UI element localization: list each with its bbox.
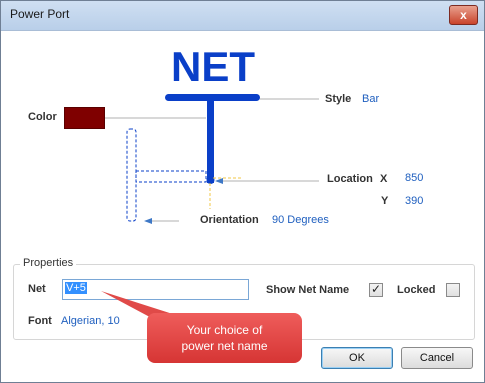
location-x-label: X — [380, 173, 388, 185]
power-port-dialog: Power Port x NET Style Bar Color Locatio… — [0, 0, 485, 383]
tooltip-callout: Your choice of power net name — [147, 313, 302, 363]
show-net-name-label: Show Net Name — [266, 284, 350, 296]
dialog-body: NET Style Bar Color Location X 850 Y 390… — [1, 31, 484, 382]
cancel-button[interactable]: Cancel — [401, 347, 473, 369]
show-net-name-checkbox[interactable]: ✓ — [369, 282, 383, 297]
ok-button[interactable]: OK — [321, 347, 393, 369]
locked-checkbox[interactable] — [446, 283, 460, 297]
location-dot — [206, 176, 215, 184]
rotated-ghost-stem — [135, 170, 207, 183]
net-name-input[interactable]: V+5 — [62, 279, 249, 300]
window-title: Power Port — [10, 7, 70, 21]
location-y-label: Y — [381, 195, 389, 207]
rotated-ghost-bar — [126, 128, 137, 222]
color-swatch[interactable] — [64, 107, 105, 129]
properties-title: Properties — [20, 257, 77, 269]
font-label: Font — [28, 315, 52, 327]
style-label: Style — [325, 93, 352, 105]
power-port-preview: NET Style Bar Color Location X 850 Y 390… — [1, 31, 484, 251]
callout-line-1: Your choice of — [186, 323, 263, 337]
checkmark-icon: ✓ — [371, 282, 382, 296]
net-graphic-text: NET — [171, 43, 255, 90]
close-button[interactable]: x — [449, 5, 478, 25]
location-x-value[interactable]: 850 — [405, 172, 423, 184]
net-label: Net — [28, 283, 46, 295]
close-icon: x — [460, 8, 467, 22]
callout-line-2: power net name — [181, 339, 268, 353]
color-label: Color — [28, 111, 57, 123]
location-y-value[interactable]: 390 — [405, 195, 423, 207]
style-value[interactable]: Bar — [362, 93, 379, 105]
port-stem — [207, 98, 214, 183]
locked-label: Locked — [397, 284, 436, 296]
net-name-value: V+5 — [65, 282, 87, 294]
orientation-value[interactable]: 90 Degrees — [272, 214, 329, 226]
font-value[interactable]: Algerian, 10 — [61, 315, 120, 327]
location-label: Location — [327, 173, 373, 185]
orientation-label: Orientation — [200, 214, 259, 226]
title-bar[interactable]: Power Port x — [1, 1, 484, 31]
